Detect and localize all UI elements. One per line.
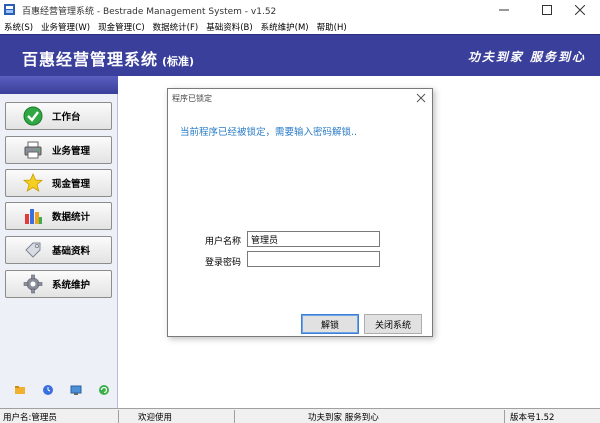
dialog-title: 程序已锁定: [172, 94, 212, 103]
menu-bar: 系统(S) 业务管理(W) 现金管理(C) 数据统计(F) 基础资料(B) 系统…: [0, 20, 600, 34]
menu-maintenance[interactable]: 系统维护(M): [261, 21, 309, 33]
password-label: 登录密码: [205, 258, 242, 268]
username-label: 用户名称: [205, 237, 242, 247]
gear-icon: [22, 273, 44, 295]
minimize-button[interactable]: [484, 0, 524, 20]
sidebar-header-strip: [0, 76, 118, 94]
monitor-icon[interactable]: [70, 384, 82, 396]
status-bar: 用户名:管理员 欢迎使用 功夫到家 服务到心 版本号1.52: [0, 408, 600, 423]
close-system-button[interactable]: 关闭系统: [364, 314, 422, 334]
menu-basic-data[interactable]: 基础资料(B): [206, 21, 252, 33]
sidebar-item-label: 现金管理: [52, 179, 91, 190]
menu-cash[interactable]: 现金管理(C): [98, 21, 145, 33]
status-user: 用户名:管理员: [3, 412, 57, 423]
bar-chart-icon: [22, 205, 44, 227]
sidebar-item-statistics[interactable]: 数据统计: [5, 202, 112, 230]
star-icon: [22, 172, 44, 194]
title-bar: 百惠经营管理系统 - Bestrade Management System - …: [0, 0, 600, 20]
sidebar-item-label: 工作台: [52, 112, 81, 123]
sidebar-item-label: 业务管理: [52, 146, 91, 157]
lock-dialog: 程序已锁定 当前程序已经被锁定，需要输入密码解锁.. 用户名称 登录密码 解锁 …: [167, 88, 433, 337]
lock-message: 当前程序已经被锁定，需要输入密码解锁..: [180, 127, 358, 138]
status-divider: [234, 410, 235, 423]
header-banner: 百惠经营管理系统 (标准) 功夫到家 服务到心: [0, 34, 600, 76]
menu-system[interactable]: 系统(S): [4, 21, 33, 33]
app-title-text: 百惠经营管理系统: [22, 50, 159, 69]
status-version: 版本号1.52: [510, 412, 555, 423]
close-icon: [575, 5, 585, 15]
status-slogan: 功夫到家 服务到心: [308, 412, 379, 423]
menu-help[interactable]: 帮助(H): [317, 21, 347, 33]
tag-icon: [22, 239, 44, 261]
sidebar-item-label: 数据统计: [52, 212, 91, 223]
app-edition: (标准): [162, 55, 195, 68]
password-input[interactable]: [247, 251, 380, 267]
sidebar-toolbar: [0, 384, 118, 400]
refresh-icon[interactable]: [98, 384, 110, 396]
status-divider: [118, 410, 119, 423]
check-circle-icon: [22, 105, 44, 127]
sidebar-item-label: 系统维护: [52, 280, 91, 291]
menu-business[interactable]: 业务管理(W): [41, 21, 90, 33]
window-title: 百惠经营管理系统 - Bestrade Management System - …: [22, 7, 277, 17]
menu-statistics[interactable]: 数据统计(F): [153, 21, 199, 33]
sidebar-item-business[interactable]: 业务管理: [5, 136, 112, 164]
sidebar-item-maintenance[interactable]: 系统维护: [5, 270, 112, 298]
sidebar-item-workbench[interactable]: 工作台: [5, 102, 112, 130]
maximize-icon: [542, 5, 552, 15]
app-icon: [4, 4, 15, 15]
folder-icon[interactable]: [14, 384, 26, 396]
app-title: 百惠经营管理系统 (标准): [22, 46, 194, 70]
sidebar-item-cash[interactable]: 现金管理: [5, 169, 112, 197]
dialog-close-icon[interactable]: [416, 93, 426, 103]
sidebar: 工作台 业务管理 现金管理 数据统计 基础资料 系统维护: [0, 76, 118, 408]
minimize-icon: [499, 9, 509, 11]
username-input[interactable]: [247, 231, 380, 247]
unlock-button[interactable]: 解锁: [301, 314, 359, 334]
status-welcome: 欢迎使用: [138, 412, 173, 423]
sidebar-item-label: 基础资料: [52, 246, 91, 257]
printer-icon: [22, 139, 44, 161]
close-button[interactable]: [560, 0, 600, 20]
sidebar-item-basic-data[interactable]: 基础资料: [5, 236, 112, 264]
status-divider: [504, 410, 505, 423]
clock-icon[interactable]: [42, 384, 54, 396]
banner-slogan: 功夫到家 服务到心: [467, 50, 586, 64]
